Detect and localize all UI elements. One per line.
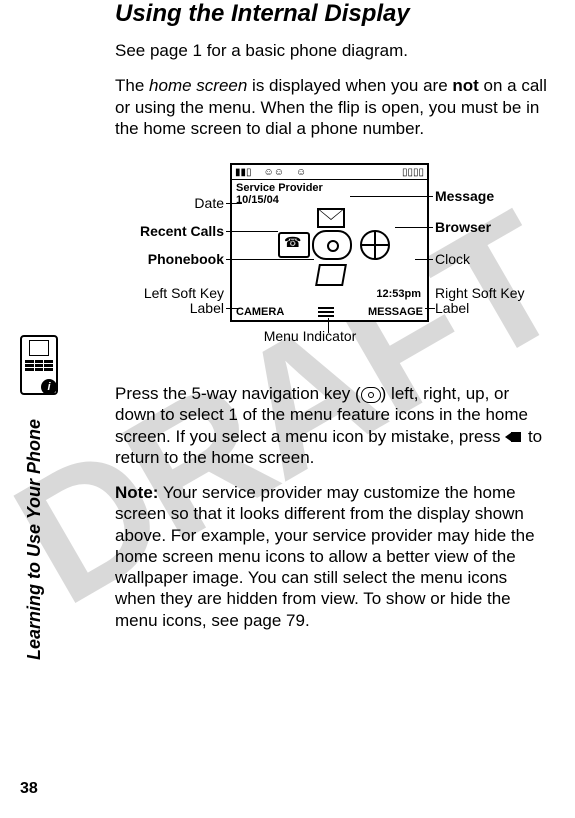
leader-line	[226, 308, 240, 309]
back-key-glyph	[505, 429, 523, 445]
phone-illustration-icon: i	[20, 335, 58, 395]
nav-paragraph: Press the 5-way navigation key () left, …	[115, 383, 550, 468]
leader-line	[226, 203, 242, 204]
leader-line	[350, 196, 433, 197]
phonebook-icon	[315, 264, 347, 286]
recent-calls-icon	[278, 232, 310, 258]
info-icon: i	[41, 379, 57, 395]
callout-clock: Clock	[435, 251, 470, 267]
status-bar: ▮▮▯ ☺☺ ☺ ▯▯▯▯	[232, 165, 427, 180]
user-icon: ☺	[296, 167, 306, 178]
nav-key-icon	[312, 230, 352, 260]
battery-icon: ▯▯▯▯	[402, 167, 424, 178]
message-icon	[317, 208, 345, 228]
phone-display-diagram: ▮▮▯ ☺☺ ☺ ▯▯▯▯ Service Provider 10/15/04 …	[115, 153, 550, 363]
callout-recent-calls: Recent Calls	[112, 223, 224, 239]
note-label: Note:	[115, 483, 158, 502]
browser-icon	[360, 230, 390, 260]
term-home-screen: home screen	[149, 76, 247, 95]
signal-icon: ▮▮▯	[235, 167, 252, 178]
intro-paragraph-2: The home screen is displayed when you ar…	[115, 75, 550, 139]
people-icon: ☺☺	[264, 167, 284, 178]
leader-line	[226, 259, 314, 260]
section-tab: Learning to Use Your Phone	[24, 419, 45, 660]
intro-paragraph-1: See page 1 for a basic phone diagram.	[115, 40, 550, 61]
leader-line	[425, 308, 435, 309]
callout-menu-indicator: Menu Indicator	[250, 328, 370, 344]
page-number: 38	[20, 780, 38, 798]
left-soft-key-label: CAMERA	[236, 306, 284, 318]
leader-line	[226, 231, 278, 232]
note-paragraph: Note: Your service provider may customiz…	[115, 482, 550, 631]
service-provider-label: Service Provider	[232, 180, 427, 194]
callout-right-soft-key: Right Soft Key Label	[435, 286, 550, 317]
callout-left-soft-key: Left Soft Key Label	[112, 286, 224, 317]
right-soft-key-label: MESSAGE	[368, 306, 423, 318]
callout-message: Message	[435, 188, 494, 204]
leader-line	[395, 227, 433, 228]
phone-screen: ▮▮▯ ☺☺ ☺ ▯▯▯▯ Service Provider 10/15/04 …	[230, 163, 429, 322]
leader-line	[328, 318, 329, 333]
clock-display: 12:53pm	[376, 288, 421, 300]
callout-browser: Browser	[435, 219, 491, 235]
page-heading: Using the Internal Display	[115, 0, 550, 28]
callout-phonebook: Phonebook	[112, 251, 224, 267]
nav-key-glyph	[361, 387, 381, 403]
menu-indicator-icon	[318, 307, 334, 317]
leader-line	[415, 259, 433, 260]
callout-date: Date	[112, 195, 224, 211]
term-not: not	[452, 76, 478, 95]
